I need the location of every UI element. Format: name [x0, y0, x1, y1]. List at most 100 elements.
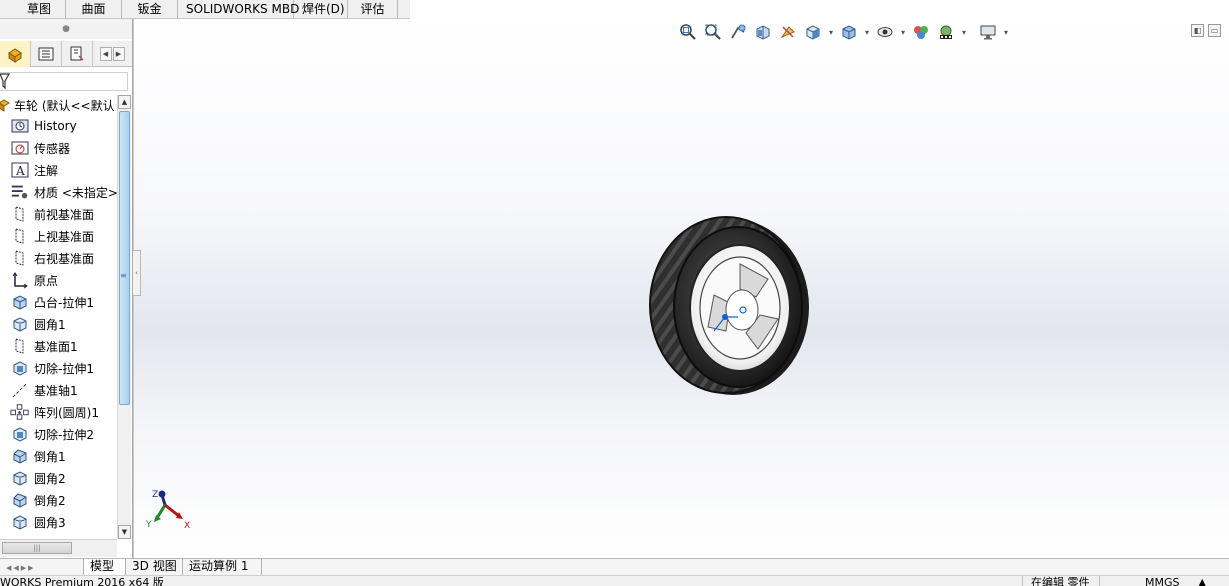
- tree-item[interactable]: 切除-拉伸1: [10, 357, 94, 379]
- scroll-down-icon[interactable]: ▼: [118, 525, 131, 539]
- tab-mbd[interactable]: SOLIDWORKS MBD: [178, 0, 299, 19]
- tab-nav-arrows-icon[interactable]: ◀◀▶▶: [6, 564, 36, 572]
- edit-appearance-icon[interactable]: [910, 22, 932, 42]
- tree-item[interactable]: 基准面1: [10, 335, 78, 357]
- dynamic-annotation-icon[interactable]: [777, 22, 799, 42]
- view-orientation-icon[interactable]: [802, 22, 824, 42]
- tab-surfaces[interactable]: 曲面: [66, 0, 122, 19]
- tab-scroll-left-icon[interactable]: ◀: [99, 46, 112, 61]
- thumb-grip-icon: ≡: [120, 271, 127, 280]
- tab-scroll-right-icon[interactable]: ▶: [112, 46, 125, 61]
- tree-item[interactable]: 原点: [10, 269, 58, 291]
- material-icon: [10, 183, 30, 201]
- property-list-icon: [38, 47, 54, 61]
- tree-item[interactable]: 圆角1: [10, 313, 66, 335]
- units-menu-icon[interactable]: ▲: [1198, 576, 1206, 586]
- tree-item[interactable]: A 注解: [10, 159, 58, 181]
- tree-item-label: 材质 <未指定>: [34, 185, 117, 200]
- tree-item[interactable]: 切除-拉伸2: [10, 423, 94, 445]
- tree-item[interactable]: 圆角3: [10, 511, 66, 533]
- property-manager-tab[interactable]: [31, 41, 62, 67]
- status-separator: [1099, 576, 1100, 586]
- tree-vertical-scrollbar[interactable]: ▲ ≡ ▼: [117, 95, 131, 539]
- tree-item-label: 注解: [34, 163, 59, 178]
- graphics-area[interactable]: ▾ ▾ ▾ ▾ ▾ ◧ ▭ Z Y X: [133, 19, 1229, 558]
- tree-item[interactable]: 传感器: [10, 137, 70, 159]
- tree-item-label: 基准面1: [34, 339, 78, 354]
- tab-evaluate[interactable]: 评估: [348, 0, 398, 19]
- configuration-manager-tab[interactable]: [62, 41, 93, 67]
- fillet-icon: [10, 469, 30, 487]
- tree-item-label: 圆角2: [34, 471, 66, 486]
- history-icon: [10, 117, 30, 135]
- tab-weldments[interactable]: 焊件(D): [294, 0, 348, 19]
- tree-item[interactable]: 材质 <未指定>: [10, 181, 117, 203]
- zoom-to-area-icon[interactable]: [702, 22, 724, 42]
- tab-sheet-metal[interactable]: 钣金: [122, 0, 178, 19]
- panel-tab-scroll: ◀ ▶: [93, 41, 131, 66]
- tree-item-label: 切除-拉伸2: [34, 427, 94, 442]
- panel-grip[interactable]: ●: [0, 19, 132, 39]
- tile-window-icon[interactable]: ▭: [1208, 24, 1221, 37]
- scroll-thumb[interactable]: [119, 111, 130, 405]
- panel-tabs: ◀ ▶: [0, 41, 132, 67]
- hscroll-thumb[interactable]: |||: [2, 542, 72, 554]
- tree-item-label: History: [34, 119, 77, 133]
- tab-model[interactable]: 模型: [84, 559, 126, 575]
- tree-item-label: 圆角1: [34, 317, 66, 332]
- wheel-model[interactable]: [628, 209, 828, 409]
- tree-item-label: 凸台-拉伸1: [34, 295, 94, 310]
- tree-item[interactable]: 倒角1: [10, 445, 66, 467]
- panel-collapse-handle[interactable]: ‹: [133, 250, 141, 296]
- tree-item-label: 前视基准面: [34, 207, 95, 222]
- feature-tree-icon: [8, 48, 22, 63]
- hide-show-items-icon[interactable]: [874, 22, 896, 42]
- annotation-icon: A: [10, 161, 30, 179]
- plane-icon: [10, 337, 30, 355]
- tree-item-label: 圆角3: [34, 515, 66, 530]
- zoom-to-fit-icon[interactable]: [677, 22, 699, 42]
- tree-horizontal-scrollbar[interactable]: |||: [0, 539, 117, 557]
- hide-show-dropdown-icon[interactable]: ▾: [899, 28, 907, 37]
- feature-manager-tab[interactable]: [0, 41, 31, 67]
- section-view-icon[interactable]: [752, 22, 774, 42]
- tree-item-label: 传感器: [34, 141, 71, 156]
- tab-motion-study[interactable]: 运动算例 1: [183, 559, 262, 575]
- restore-window-icon[interactable]: ◧: [1191, 24, 1204, 37]
- triad-y-label: Y: [145, 520, 152, 530]
- tree-item[interactable]: History: [10, 115, 77, 137]
- window-controls: ◧ ▭: [1191, 24, 1221, 37]
- filter-input[interactable]: [0, 72, 128, 91]
- previous-view-icon[interactable]: [727, 22, 749, 42]
- tree-item[interactable]: 上视基准面: [10, 225, 94, 247]
- tree-item[interactable]: 倒角2: [10, 489, 66, 511]
- view-settings-dropdown-icon[interactable]: ▾: [1002, 28, 1010, 37]
- status-units[interactable]: MMGS: [1145, 576, 1180, 586]
- view-orientation-dropdown-icon[interactable]: ▾: [827, 28, 835, 37]
- apply-scene-icon[interactable]: [935, 22, 957, 42]
- part-icon: [0, 99, 10, 112]
- tree-item[interactable]: 右视基准面: [10, 247, 94, 269]
- view-settings-icon[interactable]: [977, 22, 999, 42]
- circular-pattern-icon: [10, 403, 30, 421]
- tab-3d-views[interactable]: 3D 视图: [126, 559, 183, 575]
- tree-item[interactable]: 凸台-拉伸1: [10, 291, 94, 313]
- apply-scene-dropdown-icon[interactable]: ▾: [960, 28, 968, 37]
- tree-item[interactable]: 圆角2: [10, 467, 66, 489]
- tree-item[interactable]: 前视基准面: [10, 203, 94, 225]
- ribbon-tab-bar: 草图 曲面 钣金 SOLIDWORKS MBD 焊件(D) 评估: [0, 0, 410, 19]
- tree-root-part[interactable]: 车轮 (默认<<默认: [0, 95, 115, 115]
- tree-item-label: 切除-拉伸1: [34, 361, 94, 376]
- tree-item-label: 倒角1: [34, 449, 66, 464]
- scroll-up-icon[interactable]: ▲: [118, 95, 131, 109]
- tree-item[interactable]: 基准轴1: [10, 379, 78, 401]
- tab-nav-arrows: ◀◀▶▶: [0, 559, 84, 575]
- tree-item-label: 倒角2: [34, 493, 66, 508]
- status-separator: [1022, 576, 1023, 586]
- tree-item[interactable]: 阵列(圆周)1: [10, 401, 99, 423]
- chamfer-icon: [10, 491, 30, 509]
- tab-sketch[interactable]: 草图: [0, 0, 66, 19]
- display-style-dropdown-icon[interactable]: ▾: [863, 28, 871, 37]
- chamfer-icon: [10, 447, 30, 465]
- display-style-icon[interactable]: [838, 22, 860, 42]
